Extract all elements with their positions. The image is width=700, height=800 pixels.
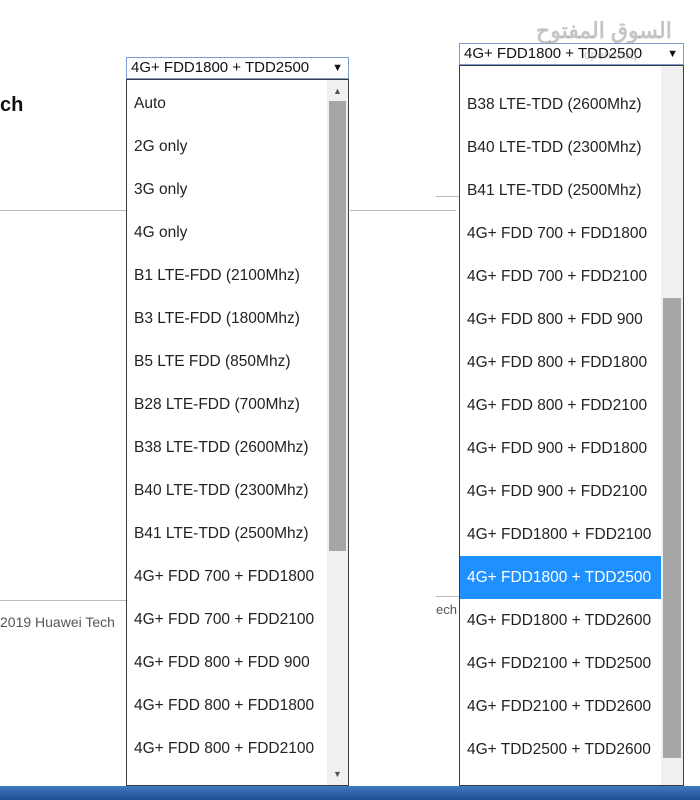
footer-copyright: 2019 Huawei Tech (0, 614, 115, 630)
dropdown-option[interactable]: B38 LTE-TDD (2600Mhz) (460, 83, 683, 126)
dropdown-option[interactable]: 4G+ FDD 800 + FDD 900 (460, 298, 683, 341)
chevron-down-icon: ▼ (667, 48, 678, 60)
scrollbar-left[interactable]: ▲ ▼ (327, 80, 348, 785)
select-value: 4G+ FDD1800 + TDD2500 (131, 59, 310, 76)
divider-right (436, 196, 460, 197)
dropdown-option[interactable]: 4G+ FDD 800 + FDD1800 (460, 341, 683, 384)
dropdown-option[interactable]: 4G+ FDD 900 + FDD1800 (460, 427, 683, 470)
dropdown-option[interactable]: 4G+ FDD2100 + TDD2600 (460, 685, 683, 728)
dropdown-option[interactable]: 4G+ FDD2100 + TDD2500 (460, 642, 683, 685)
dropdown-list-right[interactable]: B38 LTE-TDD (2600Mhz) B40 LTE-TDD (2300Mh… (459, 65, 684, 786)
watermark-logo-latin: opensooq (584, 48, 637, 62)
dropdown-option[interactable]: 4G only (127, 211, 348, 254)
dropdown-option[interactable]: 4G+ FDD 700 + FDD2100 (127, 598, 348, 641)
footer-divider-right (436, 596, 460, 597)
dropdown-list-left[interactable]: Auto 2G only 3G only 4G only B1 LTE-FDD (210… (126, 79, 349, 786)
footer-divider-left (0, 600, 126, 601)
dropdown-option[interactable]: B1 LTE-FDD (2100Mhz) (127, 254, 348, 297)
dropdown-option[interactable]: 3G only (127, 168, 348, 211)
dropdown-option[interactable]: B5 LTE FDD (850Mhz) (127, 340, 348, 383)
scroll-thumb[interactable] (329, 101, 346, 551)
dropdown-option[interactable]: 4G+ FDD 700 + FDD2100 (460, 255, 683, 298)
chevron-down-icon: ▼ (332, 62, 343, 74)
network-mode-select-right[interactable]: 4G+ FDD1800 + TDD2500 ▼ (459, 43, 684, 65)
dropdown-option[interactable]: B3 LTE-FDD (1800Mhz) (127, 297, 348, 340)
dropdown-option[interactable]: B40 LTE-TDD (2300Mhz) (127, 469, 348, 512)
dropdown-option[interactable]: 4G+ FDD1800 + TDD2600 (460, 599, 683, 642)
footer-fragment: ech (436, 602, 457, 617)
dropdown-option[interactable]: 4G+ FDD 900 + FDD2100 (460, 470, 683, 513)
dropdown-option[interactable]: 4G+ FDD1800 + FDD2100 (460, 513, 683, 556)
dropdown-option[interactable]: Auto (127, 82, 348, 125)
network-mode-select-left[interactable]: 4G+ FDD1800 + TDD2500 ▼ (126, 57, 349, 79)
dropdown-option[interactable]: B28 LTE-FDD (700Mhz) (127, 383, 348, 426)
divider-left (0, 210, 126, 211)
page-heading-fragment: ch (0, 94, 24, 116)
dropdown-option[interactable]: 4G+ FDD 700 + FDD1800 (127, 555, 348, 598)
taskbar (0, 786, 700, 800)
dropdown-option[interactable]: B41 LTE-TDD (2500Mhz) (127, 512, 348, 555)
dropdown-option[interactable]: 4G+ FDD 800 + FDD2100 (460, 384, 683, 427)
divider-middle (350, 210, 456, 211)
dropdown-option[interactable]: 4G+ FDD 800 + FDD 900 (127, 641, 348, 684)
scroll-down-icon[interactable]: ▼ (327, 766, 348, 783)
dropdown-option[interactable]: 4G+ TDD2500 + TDD2600 (460, 728, 683, 771)
watermark-logo: السوق المفتوح (536, 18, 672, 43)
dropdown-option[interactable]: B38 LTE-TDD (2600Mhz) (127, 426, 348, 469)
dropdown-option[interactable]: 4G+ FDD 800 + FDD1800 (127, 684, 348, 727)
dropdown-option[interactable]: 2G only (127, 125, 348, 168)
dropdown-option[interactable]: B40 LTE-TDD (2300Mhz) (460, 126, 683, 169)
dropdown-option[interactable]: 4G+ FDD 700 + FDD1800 (460, 212, 683, 255)
scroll-thumb[interactable] (663, 298, 681, 758)
dropdown-option[interactable]: B41 LTE-TDD (2500Mhz) (460, 169, 683, 212)
scroll-up-icon[interactable]: ▲ (327, 83, 348, 100)
dropdown-option[interactable]: 4G+ FDD 800 + FDD2100 (127, 727, 348, 770)
scrollbar-right[interactable] (661, 66, 683, 785)
dropdown-option[interactable]: 4G+ FDD1800 + TDD2500 (460, 556, 683, 599)
